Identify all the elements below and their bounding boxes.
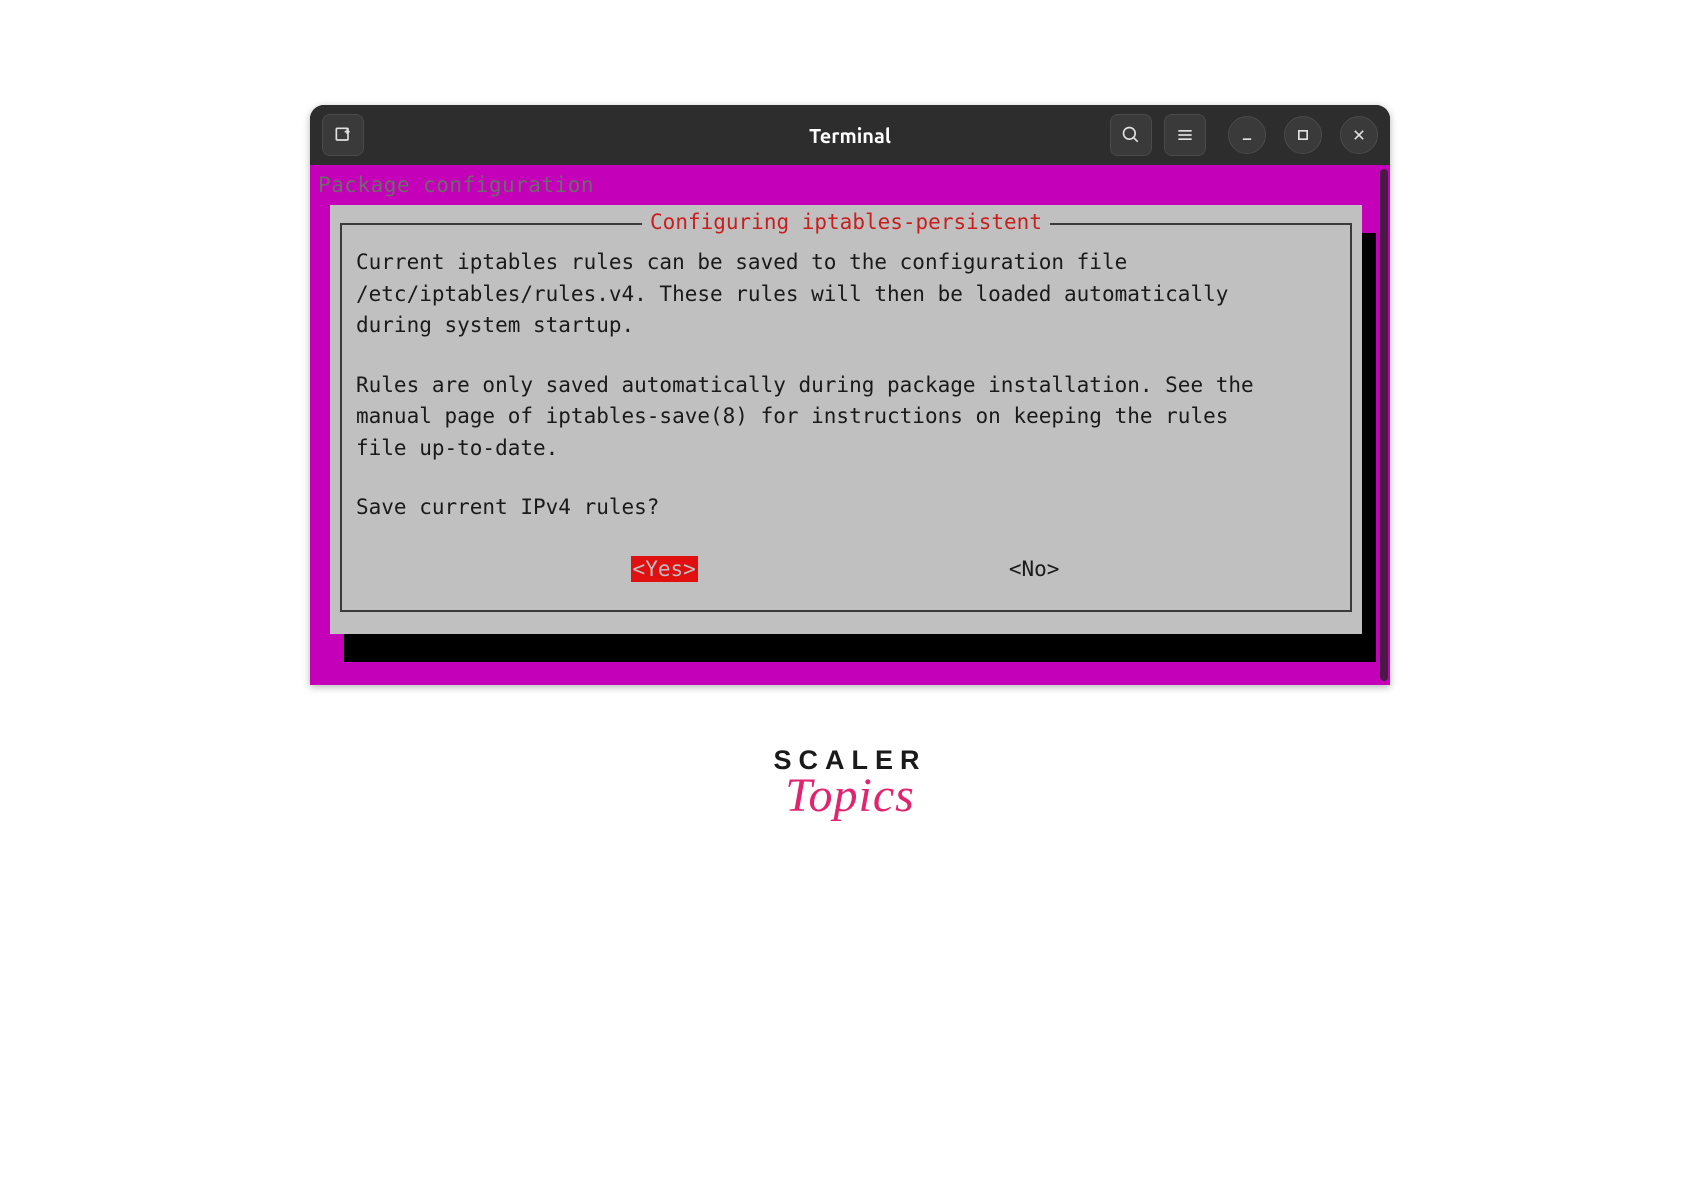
- maximize-icon: [1293, 125, 1313, 145]
- window-title: Terminal: [809, 124, 891, 147]
- dialog-paragraph-1: Current iptables rules can be saved to t…: [356, 247, 1336, 342]
- hamburger-icon: [1175, 125, 1195, 145]
- dialog-frame: Configuring iptables-persistent Current …: [340, 223, 1352, 612]
- new-tab-button[interactable]: [322, 114, 364, 156]
- scrollbar[interactable]: [1380, 169, 1388, 681]
- window-titlebar: Terminal: [310, 105, 1390, 165]
- new-tab-icon: [333, 125, 353, 145]
- close-icon: [1349, 125, 1369, 145]
- dialog-box: Configuring iptables-persistent Current …: [330, 205, 1362, 634]
- yes-button[interactable]: <Yes>: [631, 556, 698, 582]
- close-button[interactable]: [1340, 116, 1378, 154]
- terminal-window: Terminal: [310, 105, 1390, 685]
- terminal-body[interactable]: Package configuration Configuring iptabl…: [310, 165, 1390, 685]
- minimize-button[interactable]: [1228, 116, 1266, 154]
- dialog-title: Configuring iptables-persistent: [642, 210, 1050, 234]
- no-button[interactable]: <No>: [1007, 556, 1062, 582]
- scaler-topics-logo: SCALER Topics: [773, 745, 926, 823]
- dialog-wrapper: Configuring iptables-persistent Current …: [330, 205, 1362, 634]
- dialog-paragraph-2: Rules are only saved automatically durin…: [356, 370, 1336, 465]
- search-icon: [1121, 125, 1141, 145]
- search-button[interactable]: [1110, 114, 1152, 156]
- menu-button[interactable]: [1164, 114, 1206, 156]
- package-config-header: Package configuration: [316, 173, 1380, 205]
- logo-line-2: Topics: [773, 768, 926, 823]
- minimize-icon: [1237, 125, 1257, 145]
- dialog-question: Save current IPv4 rules?: [356, 492, 1336, 524]
- maximize-button[interactable]: [1284, 116, 1322, 154]
- dialog-button-row: <Yes> <No>: [356, 556, 1336, 582]
